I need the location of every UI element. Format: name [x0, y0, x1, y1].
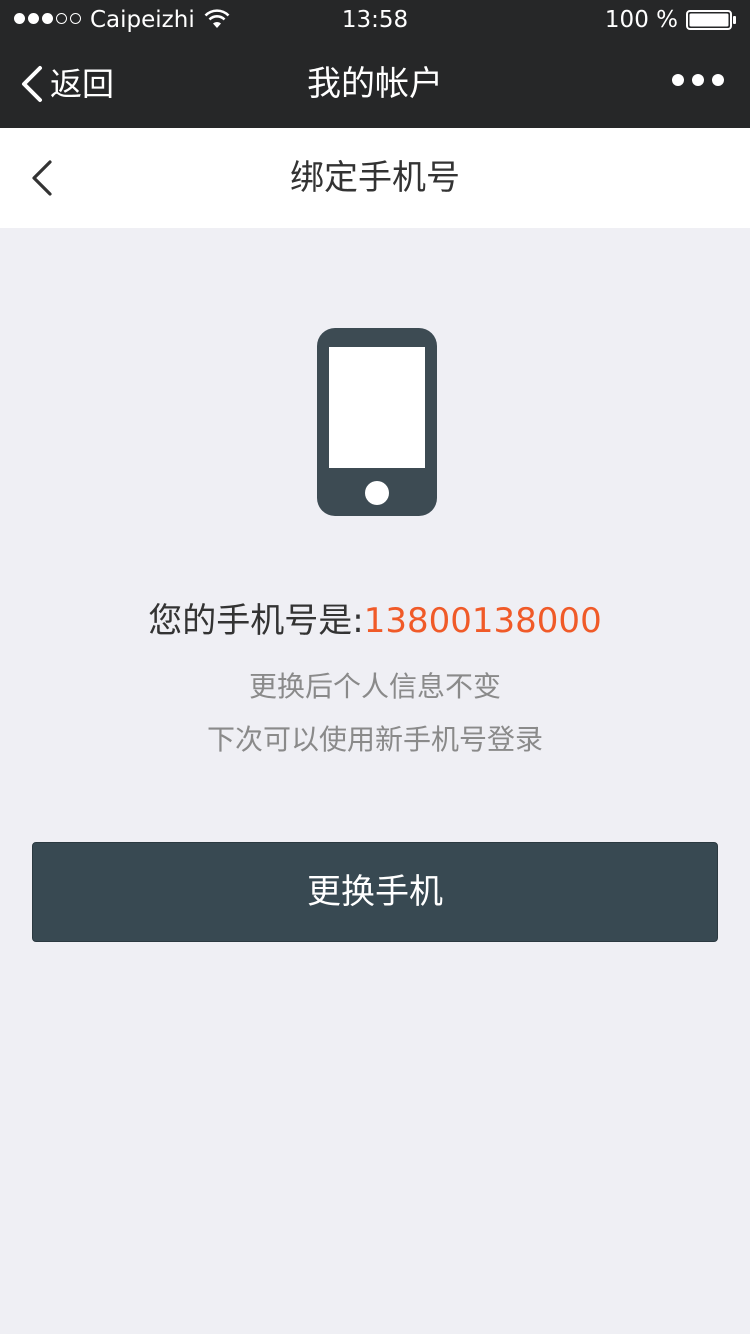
top-bar: Caipeizhi 13:58 100 % 返回 我的帐户: [0, 0, 750, 128]
page-header: 绑定手机号: [0, 128, 750, 228]
more-dots-icon[interactable]: [672, 74, 724, 86]
battery-percent: 100 %: [604, 7, 678, 33]
page-title: 绑定手机号: [290, 158, 460, 198]
status-bar: Caipeizhi 13:58 100 %: [0, 0, 750, 40]
battery-icon: [686, 10, 736, 30]
wechat-nav-title: 我的帐户: [307, 64, 443, 104]
hint-text-login-new-number: 下次可以使用新手机号登录: [206, 723, 543, 756]
phone-number-label: 您的手机号是:: [148, 601, 364, 641]
hint-text-info-unchanged: 更换后个人信息不变: [248, 670, 501, 703]
smartphone-icon: [317, 328, 437, 516]
change-phone-button[interactable]: 更换手机: [32, 842, 718, 942]
wechat-nav-bar: 返回 我的帐户: [0, 40, 750, 128]
phone-number-line: 您的手机号是:13800138000: [0, 598, 750, 644]
phone-number-value: 13800138000: [363, 601, 602, 641]
